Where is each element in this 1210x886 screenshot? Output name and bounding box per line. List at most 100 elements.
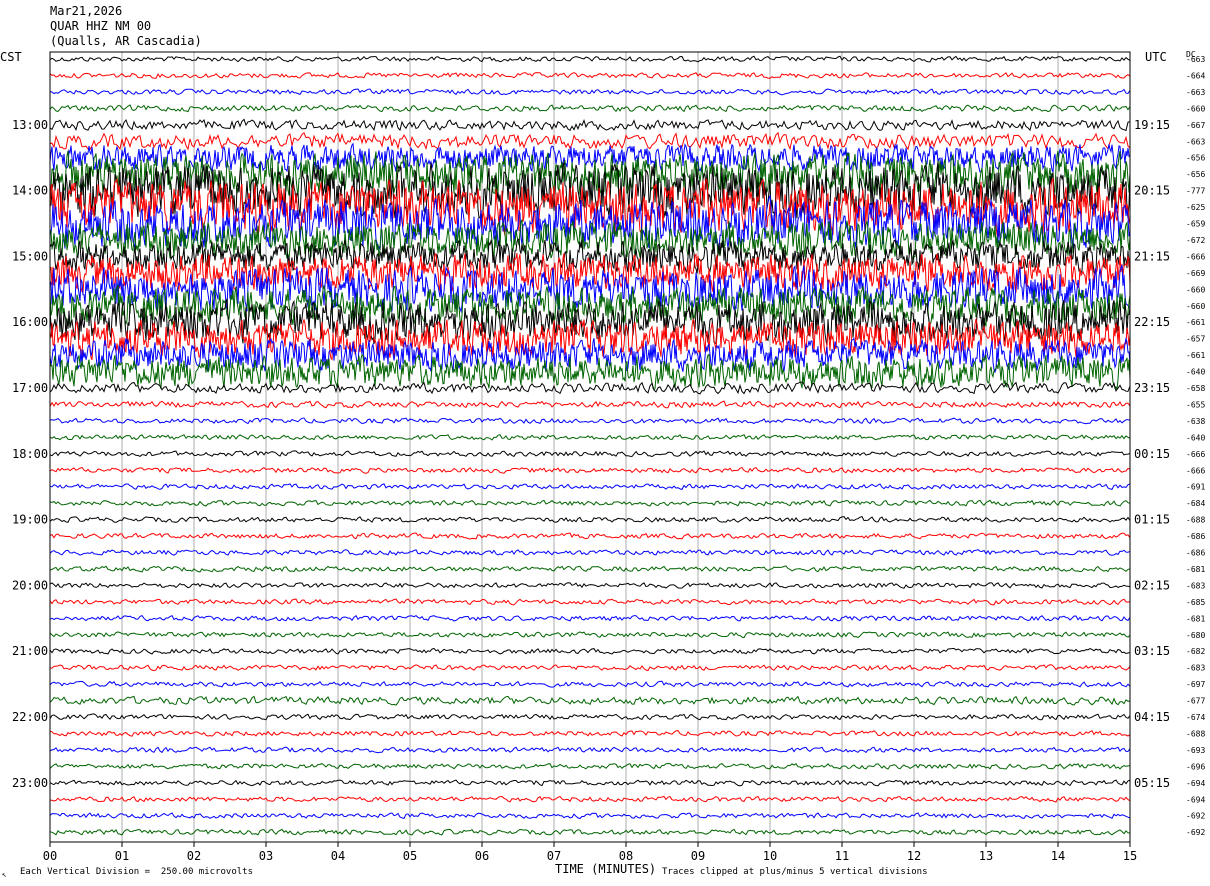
dc-offset-label: -685 (1186, 598, 1205, 607)
trace-line (49, 795, 1131, 803)
dc-offset-label: -694 (1186, 779, 1205, 788)
left-hour-label: 17:00 (12, 381, 48, 395)
trace-line (49, 730, 1131, 737)
right-hour-label: 21:15 (1134, 249, 1170, 263)
x-tick-label: 14 (1051, 849, 1065, 863)
dc-offset-label: -686 (1186, 549, 1205, 558)
right-hour-label: 03:15 (1134, 644, 1170, 658)
trace-line (49, 516, 1131, 523)
dc-offset-label: -625 (1186, 203, 1205, 212)
dc-offset-label: -688 (1186, 729, 1205, 738)
dc-offset-label: -693 (1186, 746, 1205, 755)
trace-line (49, 434, 1131, 441)
trace-line (49, 131, 1131, 151)
x-tick-label: 02 (187, 849, 201, 863)
dc-offset-label: -663 (1186, 88, 1205, 97)
left-hour-label: 20:00 (12, 578, 48, 592)
left-timezone: CST (0, 50, 22, 64)
scale-note: Each Vertical Division = 250.00 microvol… (20, 867, 253, 877)
dc-offset-label: -683 (1186, 664, 1205, 673)
dc-offset-label: -666 (1186, 252, 1205, 261)
trace-line (49, 499, 1131, 507)
trace-line (49, 582, 1131, 589)
left-hour-label: 21:00 (12, 644, 48, 658)
dc-offset-label: -682 (1186, 647, 1205, 656)
x-tick-label: 15 (1123, 849, 1137, 863)
dc-header: DC (1186, 50, 1196, 59)
x-tick-label: 08 (619, 849, 633, 863)
x-tick-label: 12 (907, 849, 921, 863)
trace-line (49, 695, 1131, 706)
dc-offset-label: -655 (1186, 400, 1205, 409)
x-tick-label: 04 (331, 849, 345, 863)
left-hour-label: 23:00 (12, 776, 48, 790)
dc-offset-label: -656 (1186, 154, 1205, 163)
right-hour-label: 02:15 (1134, 578, 1170, 592)
trace-line (49, 828, 1131, 836)
left-hour-label: 18:00 (12, 447, 48, 461)
dc-offset-label: -681 (1186, 565, 1205, 574)
dc-offset-label: -692 (1186, 812, 1205, 821)
right-hour-label: 00:15 (1134, 447, 1170, 461)
trace-line (49, 779, 1131, 787)
left-hour-label: 16:00 (12, 315, 48, 329)
dc-offset-label: -696 (1186, 762, 1205, 771)
trace-line (49, 55, 1131, 63)
x-tick-label: 07 (547, 849, 561, 863)
dc-offset-label: -681 (1186, 614, 1205, 623)
trace-line (49, 72, 1131, 79)
x-tick-label: 03 (259, 849, 273, 863)
dc-offset-label: -656 (1186, 170, 1205, 179)
dc-offset-label: -660 (1186, 104, 1205, 113)
trace-line (49, 466, 1131, 474)
trace-line (49, 631, 1131, 639)
x-tick-label: 01 (115, 849, 129, 863)
right-hour-label: 01:15 (1134, 513, 1170, 527)
left-hour-label: 19:00 (12, 513, 48, 527)
trace-line (49, 118, 1131, 132)
dc-offset-label: -691 (1186, 483, 1205, 492)
dc-offset-label: -669 (1186, 269, 1205, 278)
left-hour-label: 15:00 (12, 249, 48, 263)
dc-offset-label: -680 (1186, 631, 1205, 640)
right-timezone: UTC (1145, 50, 1167, 64)
dc-offset-label: -661 (1186, 318, 1205, 327)
dc-offset-label: -638 (1186, 417, 1205, 426)
trace-line (49, 400, 1131, 409)
dc-offset-label: -658 (1186, 384, 1205, 393)
right-hour-label: 04:15 (1134, 710, 1170, 724)
trace-line (49, 680, 1131, 688)
trace-line (49, 450, 1131, 458)
trace-line (49, 549, 1131, 556)
dc-offset-label: -666 (1186, 466, 1205, 475)
dc-offset-label: -640 (1186, 433, 1205, 442)
trace-line (49, 483, 1131, 490)
right-hour-label: 19:15 (1134, 118, 1170, 132)
right-hour-label: 05:15 (1134, 776, 1170, 790)
x-tick-label: 13 (979, 849, 993, 863)
left-hour-label: 13:00 (12, 118, 48, 132)
dc-offset-label: -663 (1186, 137, 1205, 146)
x-tick-label: 06 (475, 849, 489, 863)
clip-note: Traces clipped at plus/minus 5 vertical … (662, 867, 928, 877)
trace-line (49, 746, 1131, 754)
seismic-traces (49, 55, 1131, 836)
x-tick-label: 10 (763, 849, 777, 863)
trace-line (49, 598, 1131, 606)
left-hour-label: 14:00 (12, 184, 48, 198)
trace-line (49, 812, 1131, 820)
dc-offset-label: -686 (1186, 532, 1205, 541)
trace-line (49, 762, 1131, 770)
dc-offset-label: -688 (1186, 516, 1205, 525)
trace-line (49, 88, 1131, 96)
dc-offset-label: -694 (1186, 795, 1205, 804)
dc-offset-label: -683 (1186, 581, 1205, 590)
dc-offset-label: -666 (1186, 450, 1205, 459)
x-axis-title: TIME (MINUTES) (555, 862, 657, 876)
right-hour-label: 23:15 (1134, 381, 1170, 395)
trace-line (49, 647, 1131, 655)
trace-line (49, 532, 1131, 540)
dc-offset-label: -640 (1186, 368, 1205, 377)
dc-offset-label: -672 (1186, 236, 1205, 245)
trace-line (49, 614, 1131, 622)
